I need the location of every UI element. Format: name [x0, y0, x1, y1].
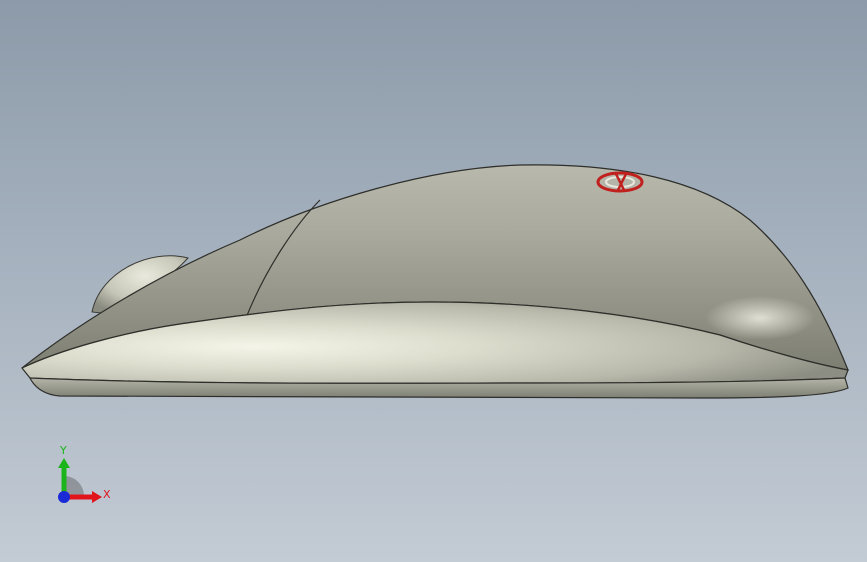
- graphics-viewport[interactable]: Y X: [0, 0, 867, 562]
- mouse-3d-model[interactable]: [0, 0, 867, 562]
- rear-highlight: [705, 296, 815, 340]
